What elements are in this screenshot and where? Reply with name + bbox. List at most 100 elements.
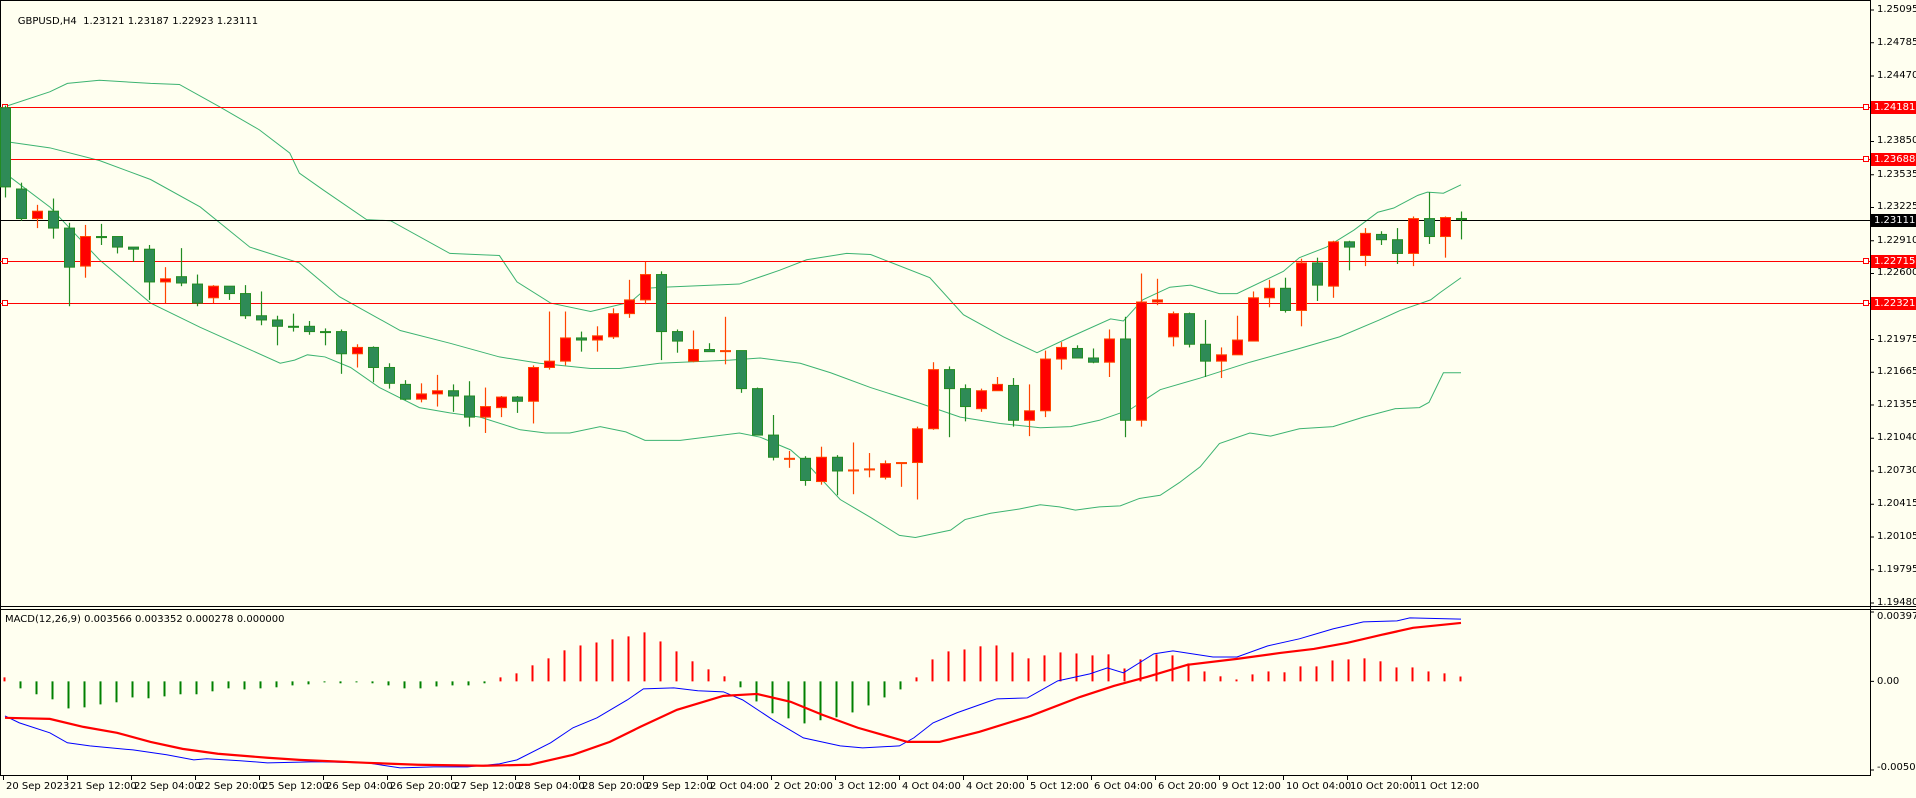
candle-body [1200, 343, 1211, 362]
bearish-candle [256, 291, 267, 326]
bearish-candle [1072, 345, 1083, 359]
bearish-candle [768, 415, 779, 461]
chart-canvas[interactable] [0, 0, 1916, 798]
macd-histogram-bar [323, 681, 326, 683]
bullish-candle [608, 308, 619, 339]
bullish-candle [560, 311, 571, 366]
bullish-candle [928, 362, 939, 430]
candle-body [1440, 217, 1451, 238]
time-label: 2 Oct 20:00 [774, 781, 833, 792]
bullish-candle [1136, 273, 1147, 427]
macd-histogram-bar [739, 681, 742, 688]
bullish-candle [816, 446, 827, 485]
bullish-candle [896, 462, 907, 487]
candle-body [624, 299, 635, 315]
candle-body [1216, 354, 1227, 362]
time-label: 25 Sep 12:00 [262, 781, 329, 792]
bearish-candle [240, 285, 251, 319]
macd-histogram-bar [1267, 671, 1270, 682]
bearish-candle [112, 236, 123, 254]
macd-histogram-bar [531, 665, 534, 682]
price-tick-label: 1.21355 [1877, 398, 1916, 410]
bearish-candle [0, 105, 11, 198]
candle-body [32, 210, 43, 220]
price-tick-label: 1.19480 [1877, 597, 1916, 608]
candle-body [1232, 339, 1243, 356]
price-tick-label: 1.23535 [1877, 168, 1916, 180]
bullish-candle [544, 311, 555, 370]
macd-histogram-bar [355, 681, 358, 683]
candle-body [480, 406, 491, 418]
chart-frame [0, 0, 1916, 780]
candle-body [992, 383, 1003, 392]
macd-title: MACD(12,26,9) 0.003566 0.003352 0.000278… [5, 614, 285, 625]
candle-body [1456, 217, 1467, 221]
bullish-candle [1040, 350, 1051, 418]
candle-body [880, 463, 891, 478]
time-label: 11 Oct 12:00 [1414, 781, 1480, 792]
candle-body [672, 331, 683, 342]
bearish-candle [384, 363, 395, 389]
macd-histogram-bar [3, 677, 6, 682]
bollinger-lower-line [4, 172, 1461, 539]
bearish-candle [128, 246, 139, 262]
macd-histogram-bar [83, 681, 86, 708]
bearish-candle [752, 387, 763, 436]
candle-body [1008, 384, 1019, 421]
candle-body [368, 346, 379, 368]
macd-histogram-bar [1443, 673, 1446, 682]
macd-histogram-bar [691, 661, 694, 682]
candle-body [96, 236, 107, 239]
level-handle-right [1863, 300, 1869, 306]
candle-body [1136, 301, 1147, 421]
current-price-label: 1.23111 [1871, 213, 1916, 227]
macd-histogram-bar [131, 681, 134, 698]
bearish-candle [1424, 192, 1435, 244]
bearish-candle [1312, 257, 1323, 301]
macd-axis-zero: 0.00 [1877, 676, 1900, 687]
time-label: 10 Oct 04:00 [1286, 781, 1352, 792]
candle-body [1248, 297, 1259, 342]
candle-body [720, 350, 731, 353]
price-tick-label: 1.24785 [1877, 36, 1916, 48]
bearish-candle [1200, 319, 1211, 377]
level-handle-left [2, 258, 8, 264]
bullish-candle [880, 460, 891, 480]
bearish-candle [448, 384, 459, 412]
level-handle-right [1863, 258, 1869, 264]
macd-histogram-bar [611, 639, 614, 682]
time-label: 6 Oct 04:00 [1094, 781, 1153, 792]
bearish-candle [224, 285, 235, 300]
time-label: 10 Oct 20:00 [1350, 781, 1416, 792]
bearish-candle [960, 384, 971, 422]
time-label: 3 Oct 12:00 [838, 781, 897, 792]
price-tick-label: 1.21975 [1877, 333, 1916, 345]
candle-body [960, 388, 971, 408]
bearish-candle [1008, 378, 1019, 427]
bullish-candle [1216, 347, 1227, 379]
candle-body [1152, 299, 1163, 303]
bearish-candle [944, 366, 955, 438]
bullish-candle [352, 344, 363, 368]
candle-body [704, 349, 715, 353]
bearish-candle [176, 248, 187, 287]
macd-histogram-bar [595, 642, 598, 682]
price-tick-label: 1.20730 [1877, 464, 1916, 476]
candle-body [976, 390, 987, 410]
time-label: 2 Oct 04:00 [710, 781, 769, 792]
candle-body [176, 276, 187, 284]
bullish-candle [976, 388, 987, 412]
macd-histogram-bar [787, 681, 790, 719]
macd-histogram-bar [867, 681, 870, 706]
bearish-candle [304, 321, 315, 335]
macd-histogram-bar [179, 681, 182, 695]
candle-body [1072, 347, 1083, 359]
macd-histogram-bar [1395, 667, 1398, 682]
bollinger-upper-line [4, 79, 1462, 354]
candle-body [928, 369, 939, 430]
candle-body [832, 456, 843, 472]
chart-window[interactable]: GBPUSD,H4 1.23121 1.23187 1.22923 1.2311… [0, 0, 1916, 798]
bullish-candle [720, 316, 731, 365]
macd-histogram-bar [1043, 655, 1046, 682]
bearish-candle [64, 222, 75, 307]
